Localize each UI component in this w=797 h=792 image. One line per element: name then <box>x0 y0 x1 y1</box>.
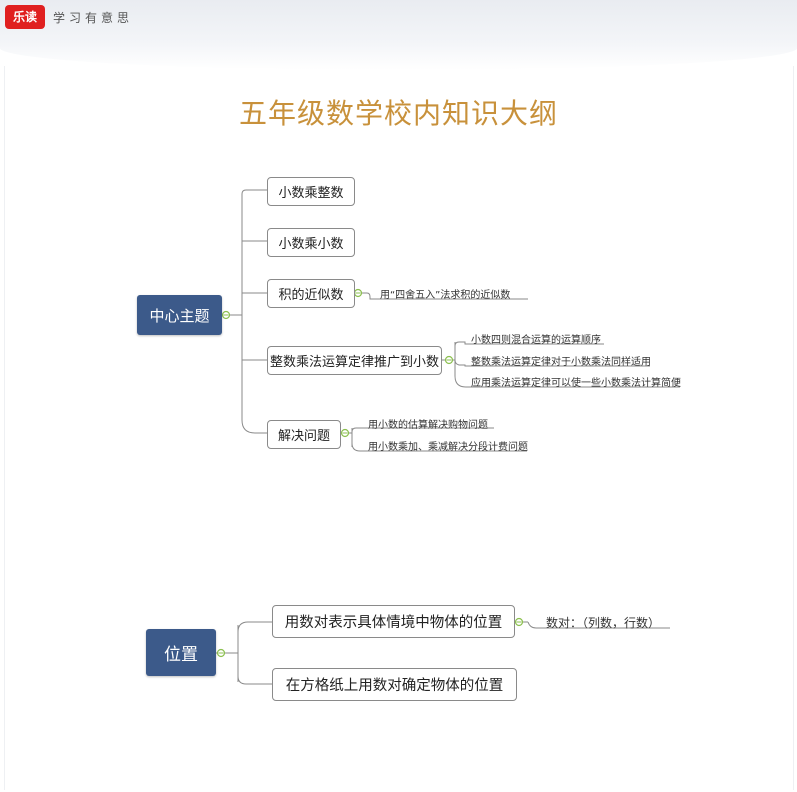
root-node-position[interactable]: 位置 <box>146 629 216 676</box>
leaf-rounding-method: 用“四舍五入”法求积的近似数 <box>380 290 511 301</box>
topic-problem-solving[interactable]: 解决问题 <box>267 420 341 449</box>
leaf-number-pair-format: 数对：（列数，行数） <box>546 616 661 630</box>
topic-approximate-product[interactable]: 积的近似数 <box>267 279 355 308</box>
topic-grid-paper-position[interactable]: 在方格纸上用数对确定物体的位置 <box>272 668 517 701</box>
leaf-laws-simplify: 应用乘法运算定律可以使一些小数乘法计算简便 <box>471 378 681 389</box>
leaf-tiered-billing: 用小数乘加、乘减解决分段计费问题 <box>368 442 528 453</box>
leaf-operation-order: 小数四则混合运算的运算顺序 <box>471 335 601 346</box>
leaf-laws-apply-decimals: 整数乘法运算定律对于小数乘法同样适用 <box>471 357 651 368</box>
topic-decimal-times-decimal[interactable]: 小数乘小数 <box>267 228 355 257</box>
topic-number-pair-position[interactable]: 用数对表示具体情境中物体的位置 <box>272 605 515 638</box>
leaf-shopping-estimate: 用小数的估算解决购物问题 <box>368 420 488 431</box>
topic-decimal-times-integer[interactable]: 小数乘整数 <box>267 177 355 206</box>
root-node-central-topic[interactable]: 中心主题 <box>137 295 222 335</box>
topic-multiplication-laws[interactable]: 整数乘法运算定律推广到小数 <box>267 346 442 375</box>
